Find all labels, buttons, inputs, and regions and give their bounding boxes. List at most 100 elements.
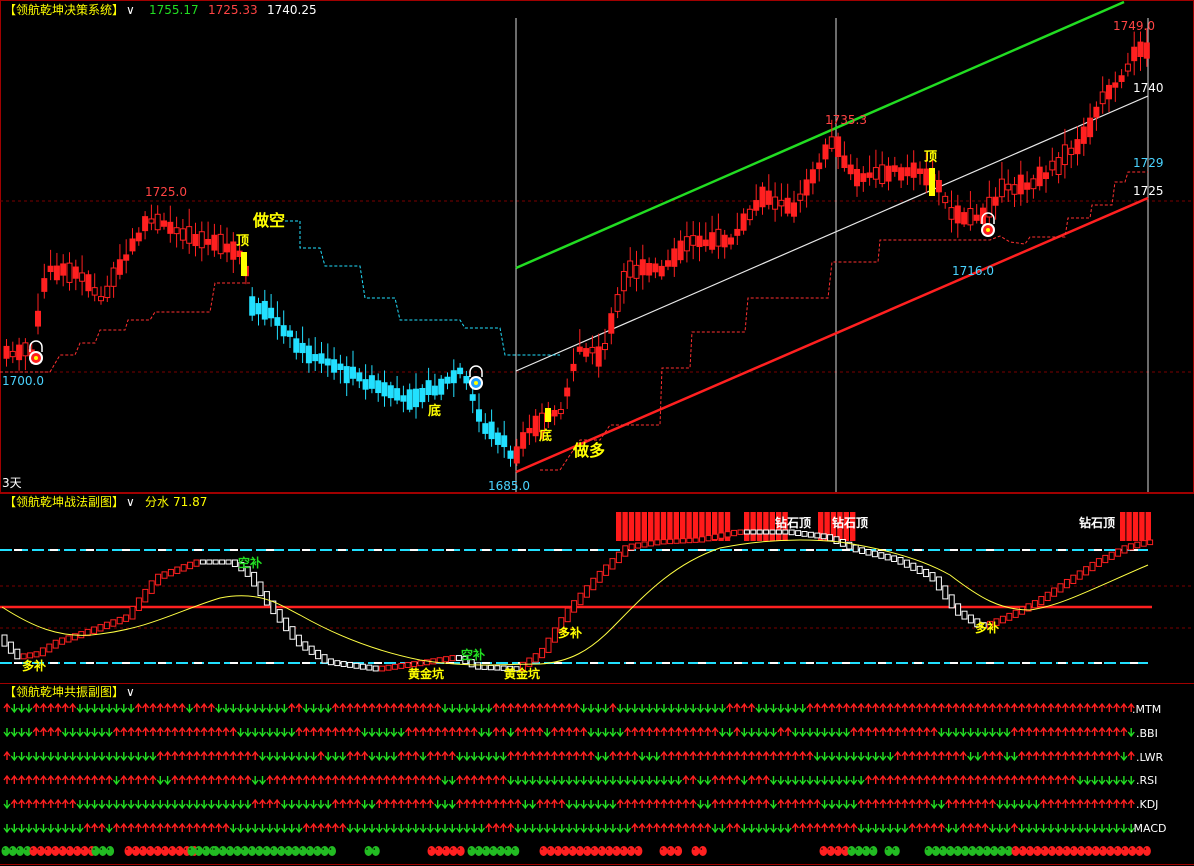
- up-arrow: [412, 726, 420, 736]
- down-arrow: [945, 824, 953, 834]
- up-arrow: [667, 726, 675, 736]
- bear-icon: [202, 846, 211, 856]
- icon-eye: [886, 848, 888, 850]
- down-arrow: [937, 728, 945, 738]
- bull-icon: [819, 846, 828, 856]
- down-arrow: [1018, 800, 1026, 810]
- up-arrow: [3, 774, 11, 784]
- icon-eye: [458, 848, 461, 850]
- candle-body: [608, 313, 615, 334]
- up-arrow: [1113, 798, 1121, 808]
- down-arrow: [47, 752, 55, 762]
- up-arrow: [937, 702, 945, 712]
- oscillator-bar: [878, 552, 885, 559]
- top-label-2: 顶: [924, 150, 937, 165]
- oscillator-bar: [1063, 578, 1070, 589]
- up-arrow: [222, 822, 230, 832]
- candle-body: [791, 202, 797, 217]
- bear-icon: [298, 846, 307, 856]
- oscillator-bar: [769, 529, 776, 535]
- icon-eye: [1115, 848, 1117, 850]
- bull-icon: [66, 846, 74, 856]
- up-arrow: [1040, 702, 1048, 712]
- down-arrow: [857, 776, 865, 786]
- up-arrow: [1061, 798, 1070, 808]
- up-arrow: [18, 798, 26, 808]
- bear-icon: [16, 846, 25, 856]
- icon-eye: [1108, 848, 1110, 850]
- up-arrow: [375, 774, 383, 784]
- up-arrow: [171, 750, 179, 760]
- up-arrow: [609, 702, 617, 712]
- down-arrow: [886, 752, 894, 762]
- down-arrow: [215, 800, 223, 810]
- sub2-dropdown-icon[interactable]: ∨: [126, 685, 135, 699]
- down-arrow: [769, 800, 778, 810]
- diamond-top-bar: [660, 512, 667, 541]
- down-arrow: [98, 752, 106, 762]
- down-arrow: [222, 800, 230, 810]
- up-arrow: [426, 726, 434, 736]
- up-arrow: [675, 822, 683, 832]
- bear-icon: [854, 846, 863, 856]
- down-arrow: [645, 752, 653, 762]
- down-arrow: [98, 704, 106, 714]
- up-arrow: [769, 750, 778, 760]
- down-arrow: [404, 824, 413, 834]
- oscillator-bar: [193, 559, 200, 567]
- icon-eye: [1071, 848, 1074, 850]
- oscillator-bar: [417, 660, 424, 667]
- sub1-dropdown-icon[interactable]: ∨: [126, 495, 135, 509]
- oscillator-bar: [155, 573, 162, 586]
- down-arrow: [251, 776, 259, 786]
- down-arrow: [258, 704, 267, 714]
- oscillator-bar: [494, 665, 501, 671]
- main-dropdown-icon[interactable]: ∨: [126, 3, 135, 17]
- up-arrow: [419, 726, 427, 736]
- oscillator-bar: [545, 637, 552, 653]
- diamond-top-bar: [635, 512, 641, 541]
- up-arrow: [813, 702, 821, 712]
- oscillator-bar: [379, 665, 386, 672]
- down-arrow: [529, 824, 537, 834]
- bull-icon: [161, 846, 169, 856]
- oscillator-bar: [46, 643, 53, 653]
- sub2-title[interactable]: 【领航乾坤共振副图】: [4, 684, 124, 699]
- up-arrow: [456, 774, 464, 784]
- down-arrow: [134, 800, 142, 810]
- up-arrow: [441, 726, 449, 736]
- bull-icon: [568, 846, 577, 856]
- price-label-1729: 1729: [1133, 156, 1164, 170]
- up-arrow: [1105, 726, 1113, 736]
- row-label-macd: .MACD: [1130, 822, 1166, 835]
- up-arrow: [149, 702, 157, 712]
- candle-body: [362, 379, 369, 390]
- candle-body: [854, 169, 860, 187]
- up-arrow: [879, 726, 887, 736]
- up-arrow: [682, 726, 690, 736]
- up-arrow: [310, 774, 318, 784]
- up-arrow: [718, 798, 726, 808]
- sub1-title[interactable]: 【领航乾坤战法副图】: [4, 494, 124, 509]
- oscillator-bar: [1108, 551, 1115, 560]
- down-arrow: [616, 704, 624, 714]
- up-arrow: [295, 774, 303, 784]
- up-arrow: [215, 750, 223, 760]
- oscillator-bar: [820, 533, 827, 540]
- main-title[interactable]: 【领航乾坤决策系统】: [4, 2, 124, 17]
- down-arrow: [850, 800, 858, 810]
- down-arrow: [1098, 776, 1106, 786]
- down-arrow: [76, 800, 84, 810]
- down-arrow: [91, 704, 99, 714]
- down-arrow: [222, 704, 230, 714]
- bull-icon: [146, 846, 155, 856]
- up-arrow: [1076, 798, 1084, 808]
- down-arrow: [244, 704, 252, 714]
- down-arrow: [112, 776, 121, 786]
- up-arrow: [565, 702, 573, 712]
- up-arrow: [463, 726, 471, 736]
- oscillator-bar: [609, 558, 616, 570]
- candle-body: [53, 265, 60, 281]
- down-arrow: [842, 728, 851, 738]
- icon-eye: [843, 848, 845, 850]
